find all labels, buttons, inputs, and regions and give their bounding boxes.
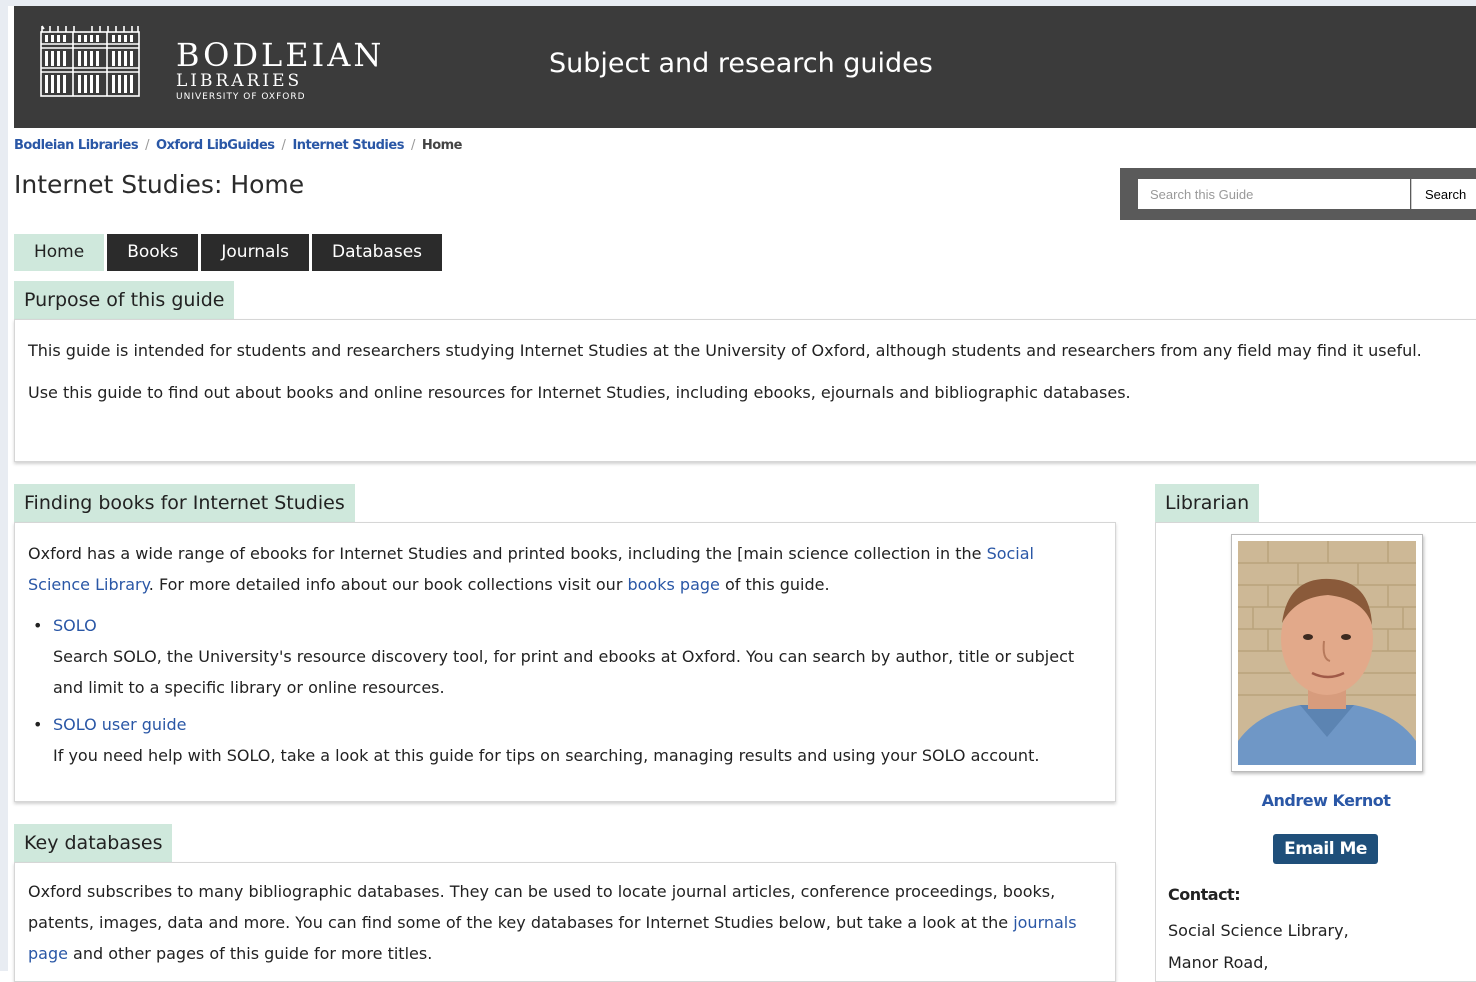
email-me-button[interactable]: Email Me bbox=[1273, 834, 1378, 864]
books-resource-list: SOLO Search SOLO, the University's resou… bbox=[28, 610, 1095, 771]
purpose-heading: Purpose of this guide bbox=[14, 281, 235, 319]
page-title: Internet Studies: Home bbox=[14, 170, 305, 199]
books-panel: Oxford has a wide range of ebooks for In… bbox=[14, 522, 1116, 802]
logo-wordmark: BODLEIAN LIBRARIES UNIVERSITY OF OXFORD bbox=[176, 38, 384, 104]
list-item: SOLO Search SOLO, the University's resou… bbox=[33, 610, 1095, 703]
databases-text-part: and other pages of this guide for more t… bbox=[67, 944, 433, 963]
guide-tabs: Home Books Journals Databases bbox=[14, 234, 445, 271]
purpose-paragraph-2: Use this guide to find out about books a… bbox=[28, 383, 1131, 402]
logo-line-bodleian: BODLEIAN bbox=[176, 36, 385, 74]
solo-description: Search SOLO, the University's resource d… bbox=[53, 647, 1075, 697]
logo-line-libraries: LIBRARIES bbox=[176, 71, 303, 91]
tab-journals[interactable]: Journals bbox=[201, 234, 310, 271]
databases-heading: Key databases bbox=[14, 824, 173, 862]
library-building-icon bbox=[40, 25, 140, 97]
purpose-panel: This guide is intended for students and … bbox=[14, 319, 1476, 462]
books-intro-text: Oxford has a wide range of ebooks for In… bbox=[28, 544, 987, 563]
search-button[interactable]: Search bbox=[1411, 179, 1476, 209]
purpose-paragraph-1: This guide is intended for students and … bbox=[28, 341, 1422, 360]
breadcrumb-separator: / bbox=[410, 138, 415, 153]
tab-databases[interactable]: Databases bbox=[312, 234, 443, 271]
books-page-link[interactable]: books page bbox=[627, 575, 719, 594]
contact-line-2: Manor Road, bbox=[1168, 953, 1269, 972]
breadcrumb-link-internet-studies[interactable]: Internet Studies bbox=[292, 138, 404, 153]
breadcrumb: Bodleian Libraries / Oxford LibGuides / Inte… bbox=[14, 138, 463, 153]
librarian-photo bbox=[1231, 534, 1423, 772]
librarian-heading: Librarian bbox=[1155, 484, 1260, 522]
solo-link[interactable]: SOLO bbox=[53, 616, 97, 635]
breadcrumb-link-bodleian[interactable]: Bodleian Libraries bbox=[14, 138, 139, 153]
guide-search: Search bbox=[1120, 168, 1476, 220]
breadcrumb-link-libguides[interactable]: Oxford LibGuides bbox=[156, 138, 275, 153]
books-intro: Oxford has a wide range of ebooks for In… bbox=[28, 538, 1095, 600]
solo-user-guide-link[interactable]: SOLO user guide bbox=[53, 715, 187, 734]
site-header: BODLEIAN LIBRARIES UNIVERSITY OF OXFORD … bbox=[14, 6, 1476, 128]
bodleian-logo[interactable]: BODLEIAN LIBRARIES UNIVERSITY OF OXFORD bbox=[38, 24, 381, 108]
breadcrumb-separator: / bbox=[281, 138, 286, 153]
solo-user-guide-description: If you need help with SOLO, take a look … bbox=[53, 746, 1040, 765]
books-intro-text: of this guide. bbox=[719, 575, 830, 594]
site-title: Subject and research guides bbox=[549, 48, 933, 79]
browser-left-edge bbox=[0, 0, 8, 971]
contact-label: Contact: bbox=[1168, 885, 1241, 904]
librarian-name-link[interactable]: Andrew Kernot bbox=[1156, 791, 1476, 810]
librarian-portrait-image bbox=[1238, 541, 1416, 765]
librarian-panel: Andrew Kernot Email Me Contact: Social S… bbox=[1155, 522, 1476, 982]
logo-line-university: UNIVERSITY OF OXFORD bbox=[176, 92, 306, 102]
databases-text-part: Oxford subscribes to many bibliographic … bbox=[28, 882, 1056, 932]
breadcrumb-separator: / bbox=[145, 138, 149, 153]
databases-text: Oxford subscribes to many bibliographic … bbox=[28, 876, 1101, 969]
books-intro-text: . For more detailed info about our book … bbox=[148, 575, 628, 594]
list-item: SOLO user guide If you need help with SO… bbox=[33, 709, 1095, 771]
tab-home[interactable]: Home bbox=[14, 234, 105, 271]
search-input[interactable] bbox=[1138, 179, 1410, 209]
contact-line-1: Social Science Library, bbox=[1168, 921, 1349, 940]
tab-books[interactable]: Books bbox=[107, 234, 199, 271]
databases-panel: Oxford subscribes to many bibliographic … bbox=[14, 862, 1116, 982]
books-heading: Finding books for Internet Studies bbox=[14, 484, 355, 522]
breadcrumb-current: Home bbox=[421, 138, 463, 153]
